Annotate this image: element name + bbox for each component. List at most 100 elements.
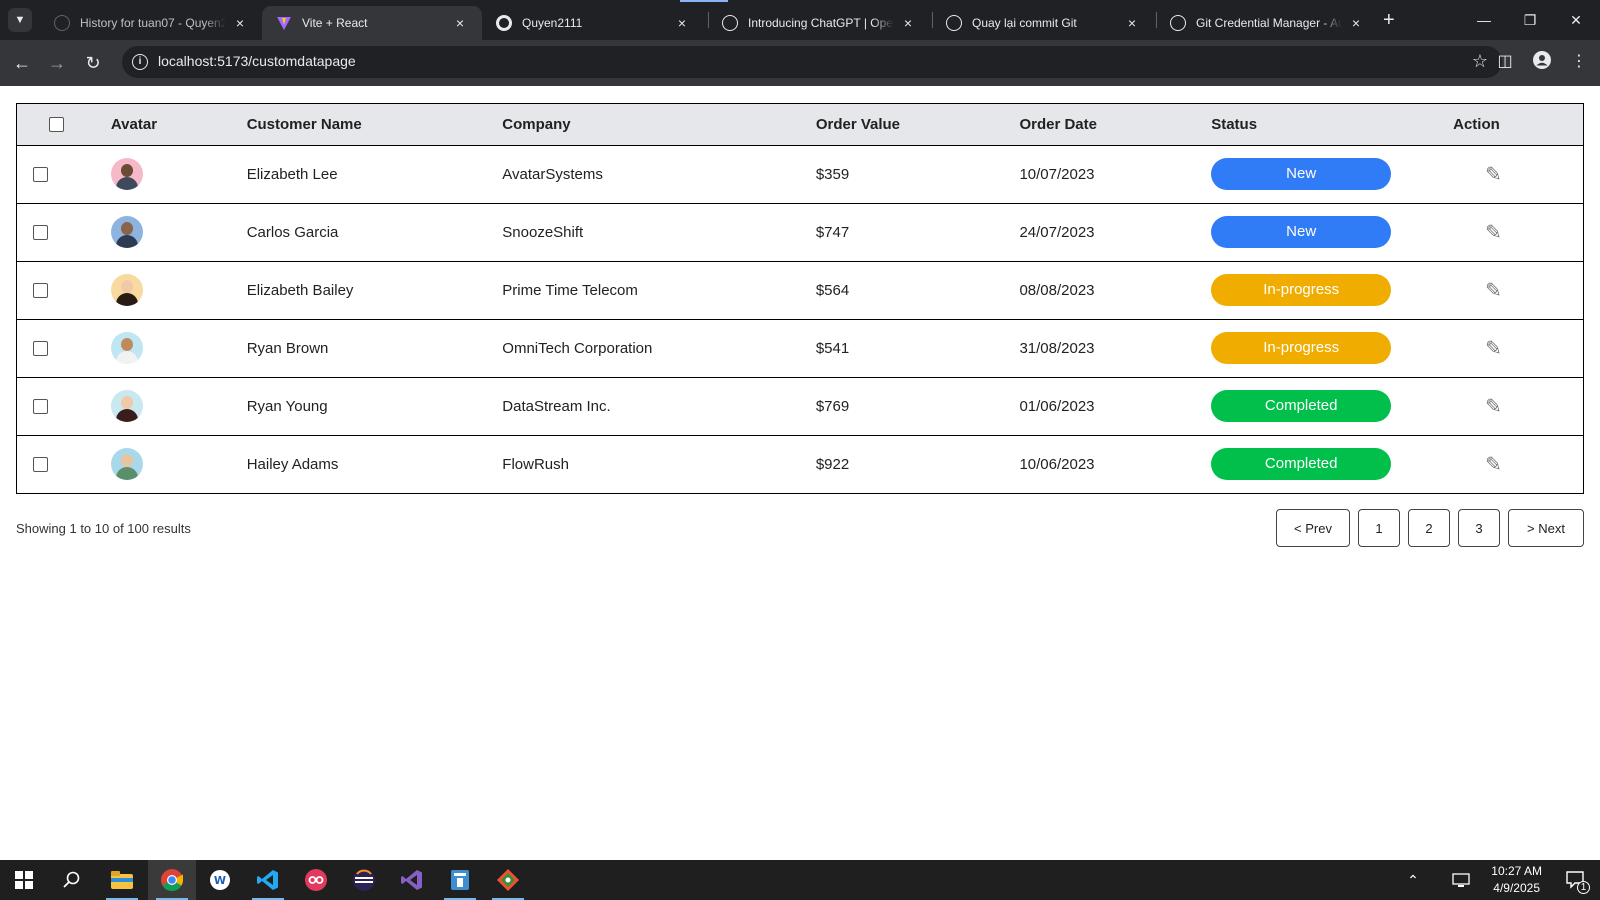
column-header-status[interactable]: Status [1211,104,1423,145]
edit-pencil-icon[interactable]: ✎ [1485,162,1502,187]
close-icon[interactable]: × [900,15,916,31]
taskbar-file-explorer[interactable] [98,860,146,900]
status-cell: In-progress [1211,319,1423,377]
avatar [110,216,143,248]
status-badge: Completed [1211,448,1392,481]
system-clock[interactable]: 10:27 AM 4/9/2025 [1491,863,1542,897]
search-button[interactable] [48,860,96,900]
taskbar-app-word[interactable]: W [196,860,244,900]
close-window-button[interactable]: ✕ [1556,6,1596,34]
customer-name-cell: Hailey Adams [246,455,339,473]
taskbar-visual-studio[interactable] [388,860,436,900]
tab-search-button[interactable]: ▼ [8,8,32,32]
clock-date: 4/9/2025 [1493,881,1540,895]
table-row[interactable]: Elizabeth Bailey Prime Time Telecom $564… [17,261,1583,319]
row-checkbox[interactable] [33,167,48,183]
table-row[interactable]: Carlos Garcia SnoozeShift $747 24/07/202… [17,203,1583,261]
close-icon[interactable]: × [452,15,468,31]
row-checkbox[interactable] [33,399,48,415]
openai-icon [722,15,738,31]
restore-button[interactable]: ❐ [1510,6,1550,34]
prev-page-button[interactable]: < Prev [1276,509,1350,547]
bookmark-star-icon[interactable]: ☆ [1472,51,1488,72]
close-icon[interactable]: × [674,15,690,31]
tab-quyen2111[interactable]: Quyen2111 × [482,6,704,40]
page-button-2[interactable]: 2 [1408,509,1450,547]
table-row[interactable]: Ryan Young DataStream Inc. $769 01/06/20… [17,377,1583,435]
next-page-button[interactable]: > Next [1508,509,1584,547]
company-cell: OmniTech Corporation [502,339,653,357]
back-button[interactable]: ← [9,50,35,76]
tab-quay-lai-commit[interactable]: Quay lại commit Git × [932,6,1154,40]
select-all-checkbox[interactable] [49,117,64,133]
table-row[interactable]: Elizabeth Lee AvatarSystems $359 10/07/2… [17,145,1583,203]
company-cell: AvatarSystems [502,165,603,183]
edit-pencil-icon[interactable]: ✎ [1485,394,1502,419]
taskbar-app-oo[interactable] [292,860,340,900]
browser-menu-icon[interactable]: ⋮ [1567,51,1591,71]
tab-title: Quyen2111 [522,16,583,30]
order-value-cell: $747 [815,223,850,241]
edit-pencil-icon[interactable]: ✎ [1485,336,1502,361]
tab-git-credential[interactable]: Git Credential Manager - Aut × [1156,6,1378,40]
edit-pencil-icon[interactable]: ✎ [1485,452,1502,477]
column-header-customer-name[interactable]: Customer Name [247,104,503,145]
svg-text:W: W [214,874,226,887]
row-checkbox[interactable] [33,225,48,241]
network-icon[interactable] [1446,860,1476,900]
notification-center-button[interactable]: 1 [1556,860,1596,900]
site-info-icon[interactable]: i [132,54,148,70]
side-panel-icon[interactable]: ◫ [1493,51,1517,71]
tab-chatgpt[interactable]: Introducing ChatGPT | OpenAI × [708,6,930,40]
column-header-company[interactable]: Company [502,104,816,145]
avatar [110,448,143,481]
customer-name-cell: Elizabeth Bailey [246,281,354,299]
close-icon[interactable]: × [1124,15,1140,31]
column-header-order-value[interactable]: Order Value [816,104,1020,145]
tab-history[interactable]: History for tuan07 - Quyen2111 × [40,6,262,40]
vite-icon [276,15,292,31]
order-date-cell: 31/08/2023 [1019,339,1095,357]
tab-vite-react[interactable]: Vite + React × [262,6,482,40]
table-row[interactable]: Ryan Brown OmniTech Corporation $541 31/… [17,319,1583,377]
status-cell: Completed [1211,435,1423,493]
notification-count: 1 [1577,881,1590,894]
edit-pencil-icon[interactable]: ✎ [1485,278,1502,303]
minimize-button[interactable]: — [1464,6,1504,34]
avatar [110,390,143,422]
row-checkbox[interactable] [33,283,48,299]
status-badge: In-progress [1211,332,1392,364]
column-header-order-date[interactable]: Order Date [1019,104,1211,145]
start-button[interactable] [0,860,48,900]
taskbar-eclipse[interactable] [340,860,388,900]
close-icon[interactable]: × [1348,15,1364,31]
taskbar-vscode[interactable] [244,860,292,900]
page-button-1[interactable]: 1 [1358,509,1400,547]
close-icon[interactable]: × [232,15,248,31]
row-checkbox[interactable] [33,341,48,357]
profile-icon[interactable] [1530,51,1554,74]
reload-button[interactable]: ↻ [80,50,106,76]
url-text[interactable]: localhost:5173/customdatapage [158,53,356,69]
taskbar-app-doc[interactable] [436,860,484,900]
arrow-left-icon: ← [13,53,31,73]
chrome-icon [161,869,183,891]
table-row[interactable]: Hailey Adams FlowRush $922 10/06/2023 Co… [17,435,1583,493]
taskbar-sourcetree[interactable] [484,860,532,900]
chevron-down-icon: ▼ [14,14,26,26]
taskbar-chrome[interactable] [148,860,196,900]
show-hidden-icons-button[interactable]: ⌃ [1398,860,1428,900]
new-tab-button[interactable]: + [1383,8,1395,32]
page-button-3[interactable]: 3 [1458,509,1500,547]
row-checkbox[interactable] [33,457,48,473]
reload-icon: ↻ [85,53,101,73]
results-summary: Showing 1 to 10 of 100 results [16,521,191,536]
table-header-row: Avatar Customer Name Company Order Value… [17,104,1583,145]
forward-button[interactable]: → [44,50,70,76]
visual-studio-icon [401,870,422,890]
edit-pencil-icon[interactable]: ✎ [1485,220,1502,245]
column-header-avatar: Avatar [110,115,158,133]
address-bar[interactable]: i localhost:5173/customdatapage ☆ [122,46,1502,78]
avatar [110,158,143,190]
tab-title: Introducing ChatGPT | OpenAI [748,16,894,30]
